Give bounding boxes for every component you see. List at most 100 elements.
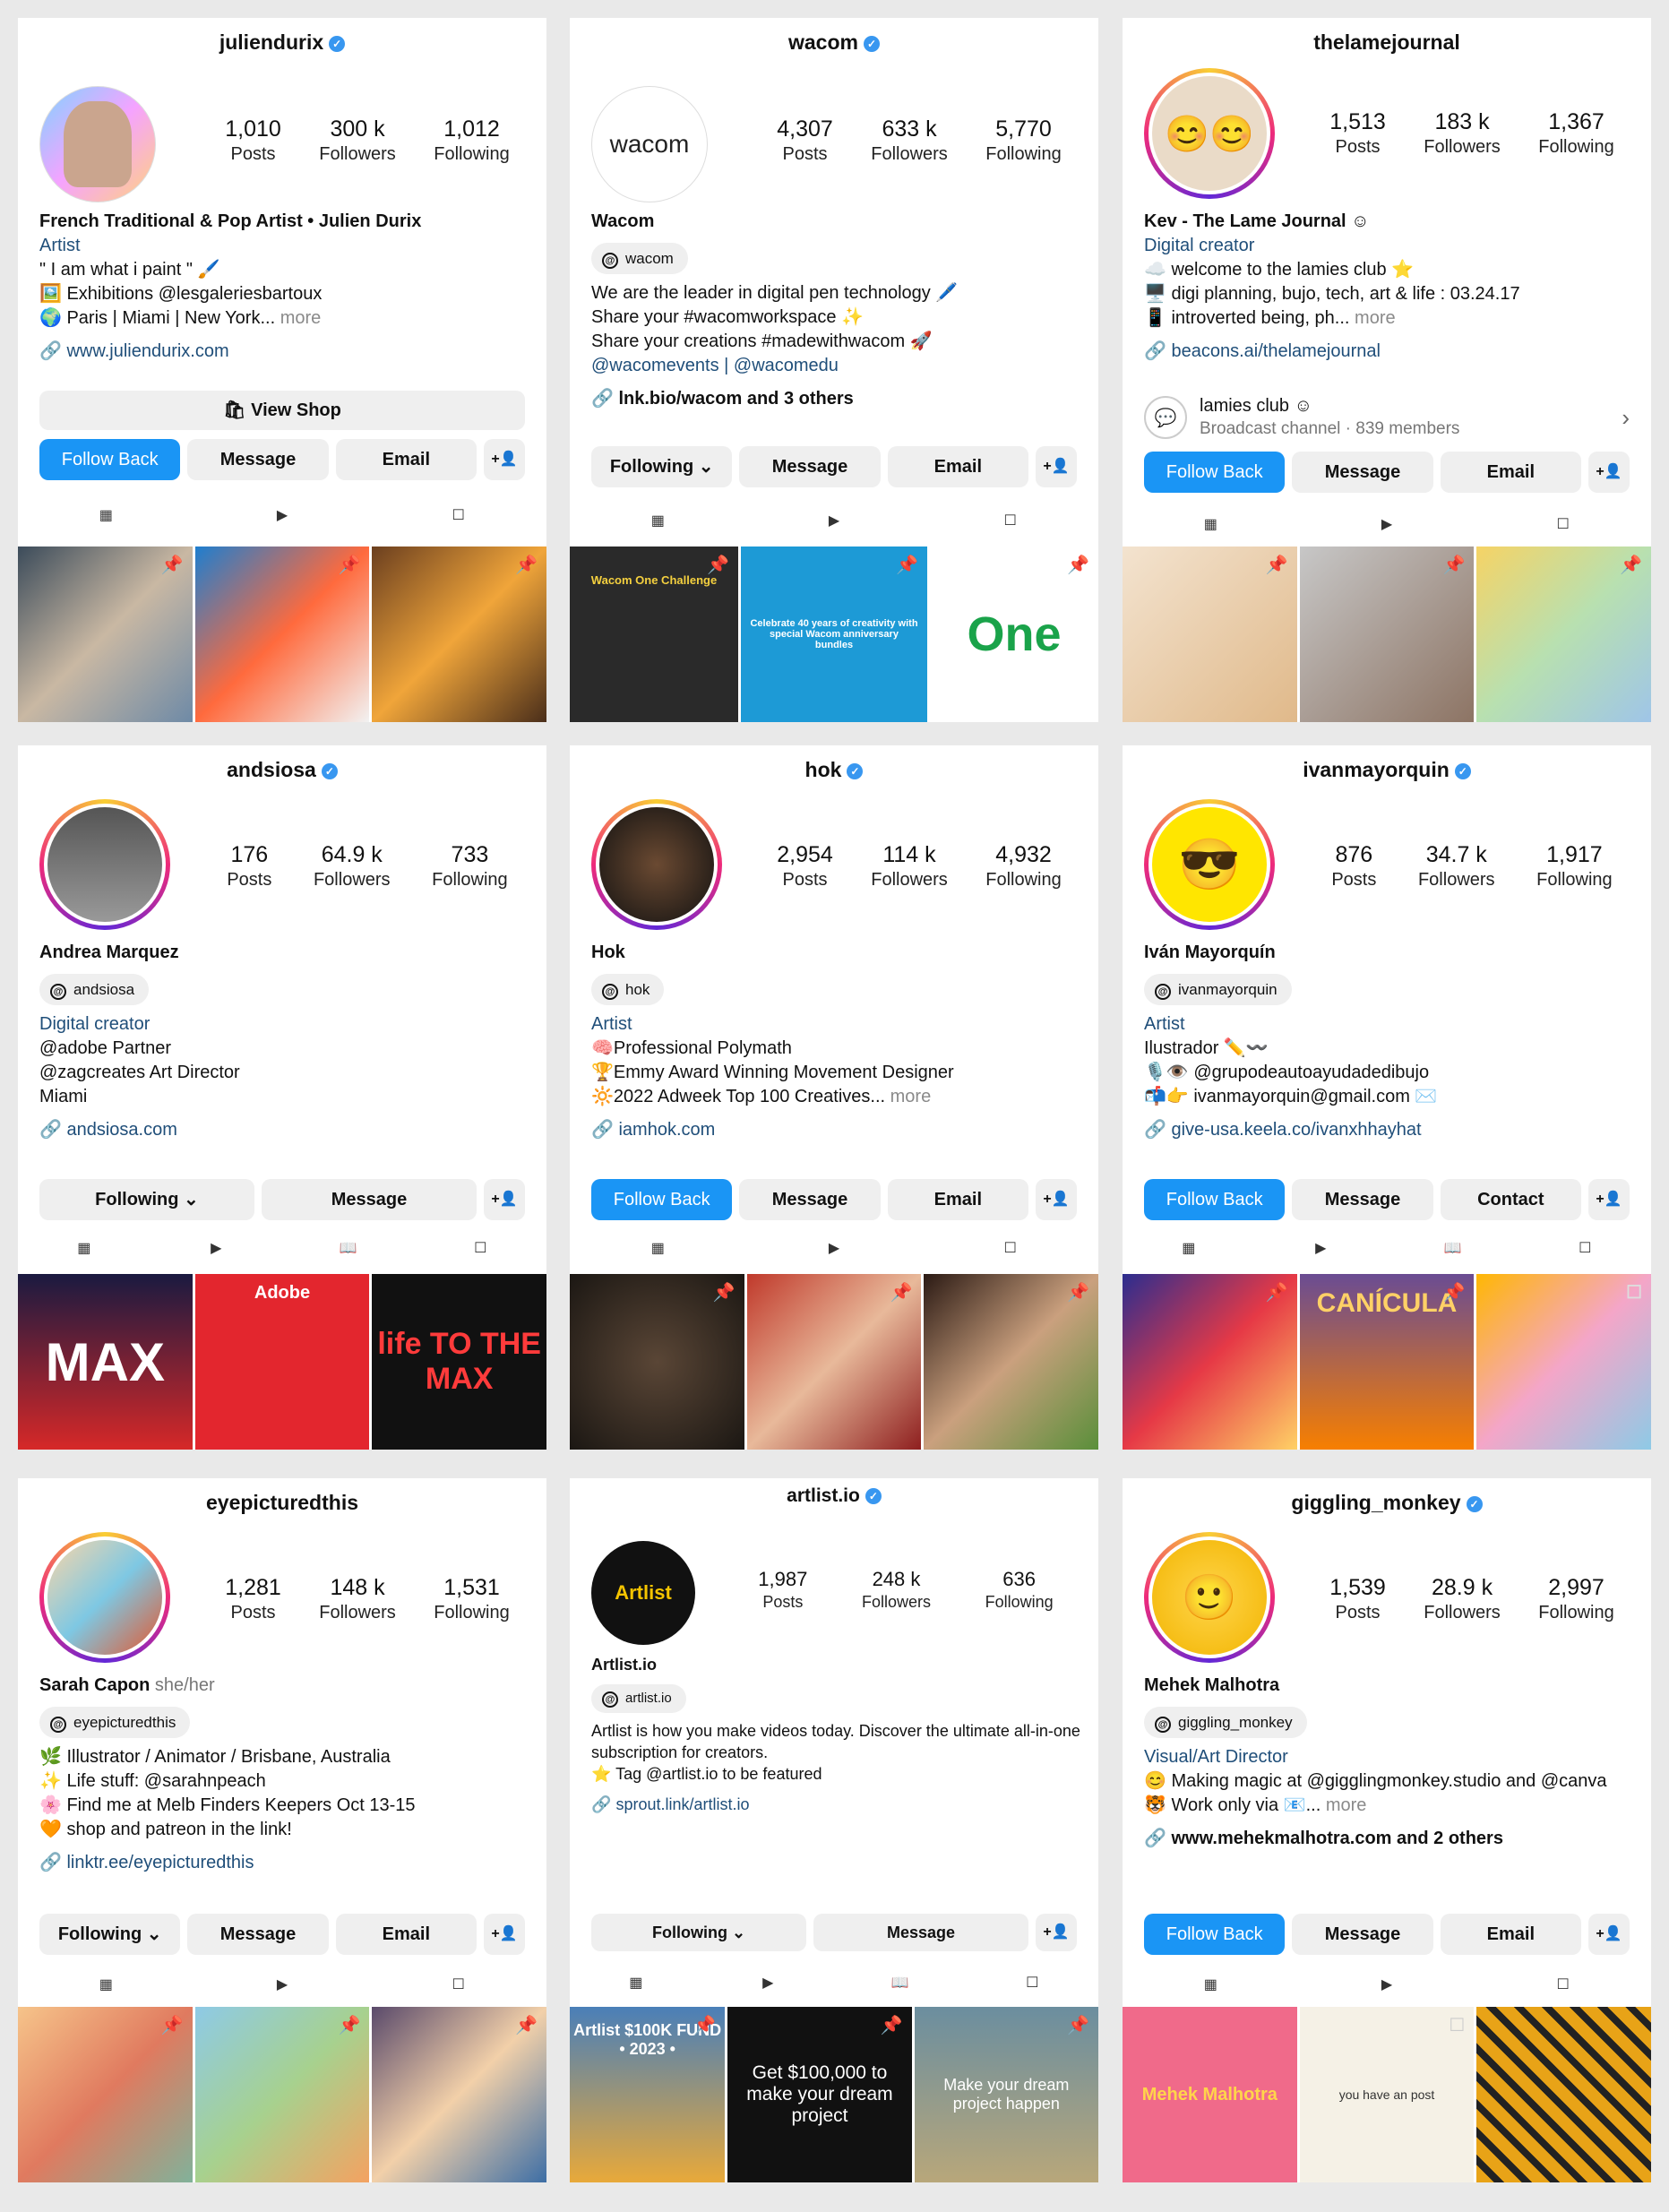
tagged-icon[interactable]: ☐ — [1549, 1970, 1578, 1999]
reels-icon[interactable]: ▶ — [202, 1234, 230, 1262]
grid-icon[interactable]: ▦ — [643, 1234, 672, 1262]
followers-stat[interactable]: 64.9 k Followers — [314, 842, 391, 891]
avatar[interactable] — [39, 86, 156, 202]
post-tile[interactable]: 📌 — [372, 547, 546, 722]
threads-badge[interactable]: @ giggling_monkey — [1144, 1707, 1307, 1738]
avatar[interactable] — [39, 1532, 170, 1663]
tagged-icon[interactable]: ☐ — [466, 1234, 495, 1262]
post-tile[interactable]: 📌 — [570, 1274, 744, 1450]
follow-back-button[interactable]: Follow Back — [591, 1179, 733, 1220]
following-stat[interactable]: 1,367 Following — [1538, 109, 1613, 158]
message-button[interactable]: Message — [1292, 452, 1433, 493]
post-tile[interactable]: 📌 — [1476, 547, 1651, 722]
broadcast-channel[interactable]: 💬 lamies club ☺ Broadcast channel · 839 … — [1144, 389, 1630, 446]
following-stat[interactable]: 636 Following — [985, 1568, 1054, 1612]
add-person-icon[interactable]: +👤 — [1587, 452, 1630, 493]
post-tile[interactable]: Get $100,000 to make your dream project 📌 — [727, 2007, 912, 2182]
email-button[interactable]: Email — [335, 439, 477, 480]
post-tile[interactable]: 📌 — [194, 547, 370, 722]
add-person-icon[interactable]: +👤 — [1587, 1914, 1630, 1955]
message-button[interactable]: Message — [187, 439, 329, 480]
avatar[interactable] — [39, 799, 170, 930]
post-tile[interactable]: One 📌 — [930, 547, 1098, 722]
posts-stat[interactable]: 876 Posts — [1331, 842, 1376, 891]
bio-link[interactable]: 🔗 www.juliendurix.com — [39, 340, 529, 364]
message-button[interactable]: Message — [739, 1179, 881, 1220]
followers-stat[interactable]: 114 k Followers — [871, 842, 948, 891]
post-tile[interactable] — [1476, 2007, 1651, 2182]
following-stat[interactable]: 4,932 Following — [985, 842, 1061, 891]
threads-badge[interactable]: @ andsiosa — [39, 974, 150, 1005]
message-button[interactable]: Message — [813, 1914, 1028, 1951]
reels-icon[interactable]: ▶ — [1372, 1970, 1401, 1999]
add-person-icon[interactable]: +👤 — [484, 1179, 525, 1220]
posts-stat[interactable]: 1,010 Posts — [225, 116, 281, 165]
add-person-icon[interactable]: +👤 — [1035, 1179, 1077, 1220]
threads-badge[interactable]: @ wacom — [591, 243, 688, 274]
avatar[interactable]: 😊😊 — [1144, 68, 1275, 199]
following-stat[interactable]: 2,997 Following — [1538, 1575, 1613, 1623]
post-tile[interactable]: life TO THE MAX — [372, 1274, 546, 1450]
following-stat[interactable]: 1,917 Following — [1536, 842, 1612, 891]
add-person-icon[interactable]: +👤 — [1587, 1179, 1630, 1220]
threads-badge[interactable]: @ eyepicturedthis — [39, 1707, 191, 1738]
grid-icon[interactable]: ▦ — [70, 1234, 99, 1262]
add-person-icon[interactable]: +👤 — [1036, 1914, 1077, 1951]
post-tile[interactable]: 📌 — [1123, 547, 1297, 722]
tagged-icon[interactable]: ☐ — [1549, 510, 1578, 538]
reels-icon[interactable]: ▶ — [820, 506, 848, 535]
reels-icon[interactable]: ▶ — [268, 501, 297, 529]
bio-link[interactable]: 🔗 beacons.ai/thelamejournal — [1144, 340, 1633, 364]
followers-stat[interactable]: 300 k Followers — [319, 116, 396, 165]
email-button[interactable]: Email — [335, 1914, 477, 1955]
message-button[interactable]: Message — [739, 446, 881, 487]
following-stat[interactable]: 5,770 Following — [985, 116, 1061, 165]
bio-link[interactable]: 🔗 give-usa.keela.co/ivanxhhayhat — [1144, 1118, 1633, 1142]
more-link[interactable]: more — [1326, 1795, 1367, 1815]
post-tile[interactable]: 📌 — [372, 2007, 546, 2182]
post-tile[interactable]: Adobe — [194, 1274, 370, 1450]
bio-link[interactable]: 🔗 lnk.bio/wacom and 3 others — [591, 387, 1080, 411]
bio-link[interactable]: 🔗 iamhok.com — [591, 1118, 1080, 1142]
post-tile[interactable]: 📌 — [18, 2007, 193, 2182]
follow-back-button[interactable]: Follow Back — [1144, 452, 1286, 493]
avatar[interactable]: wacom — [591, 86, 708, 202]
email-button[interactable]: Email — [887, 1179, 1028, 1220]
avatar[interactable] — [591, 799, 722, 930]
threads-badge[interactable]: @ hok — [591, 974, 665, 1005]
post-tile[interactable]: 📌 — [194, 2007, 370, 2182]
posts-stat[interactable]: 176 Posts — [227, 842, 271, 891]
following-button[interactable]: Following ⌄ — [591, 446, 733, 487]
followers-stat[interactable]: 633 k Followers — [871, 116, 948, 165]
grid-icon[interactable]: ▦ — [91, 501, 120, 529]
reels-icon[interactable]: ▶ — [1306, 1234, 1335, 1262]
avatar[interactable]: Artlist — [591, 1541, 695, 1645]
add-person-icon[interactable]: +👤 — [1035, 446, 1077, 487]
followers-stat[interactable]: 28.9 k Followers — [1424, 1575, 1501, 1623]
post-tile[interactable]: you have an post ☐ — [1299, 2007, 1475, 2182]
email-button[interactable]: Email — [1440, 452, 1581, 493]
reels-icon[interactable]: ▶ — [820, 1234, 848, 1262]
avatar[interactable]: 😎 — [1144, 799, 1275, 930]
contact-button[interactable]: Contact — [1440, 1179, 1581, 1220]
post-tile[interactable]: 📌 — [1299, 547, 1475, 722]
bio-link[interactable]: 🔗 sprout.link/artlist.io — [591, 1794, 1080, 1815]
email-button[interactable]: Email — [1440, 1914, 1581, 1955]
grid-icon[interactable]: ▦ — [622, 1968, 650, 1997]
follow-back-button[interactable]: Follow Back — [39, 439, 181, 480]
message-button[interactable]: Message — [1292, 1914, 1433, 1955]
post-tile[interactable]: MAX — [18, 1274, 193, 1450]
following-button[interactable]: Following ⌄ — [591, 1914, 806, 1951]
add-person-icon[interactable]: +👤 — [483, 439, 525, 480]
message-button[interactable]: Message — [1292, 1179, 1433, 1220]
tagged-icon[interactable]: ☐ — [444, 1970, 473, 1999]
followers-stat[interactable]: 248 k Followers — [862, 1568, 931, 1612]
grid-icon[interactable]: ▦ — [1196, 510, 1225, 538]
email-button[interactable]: Email — [887, 446, 1028, 487]
posts-stat[interactable]: 1,987 Posts — [758, 1568, 807, 1612]
reels-icon[interactable]: ▶ — [753, 1968, 782, 1997]
reels-icon[interactable]: ▶ — [268, 1970, 297, 1999]
bio-link[interactable]: 🔗 www.mehekmalhotra.com and 2 others — [1144, 1827, 1633, 1851]
threads-badge[interactable]: @ ivanmayorquin — [1144, 974, 1292, 1005]
post-tile[interactable]: 📌 — [1123, 1274, 1297, 1450]
